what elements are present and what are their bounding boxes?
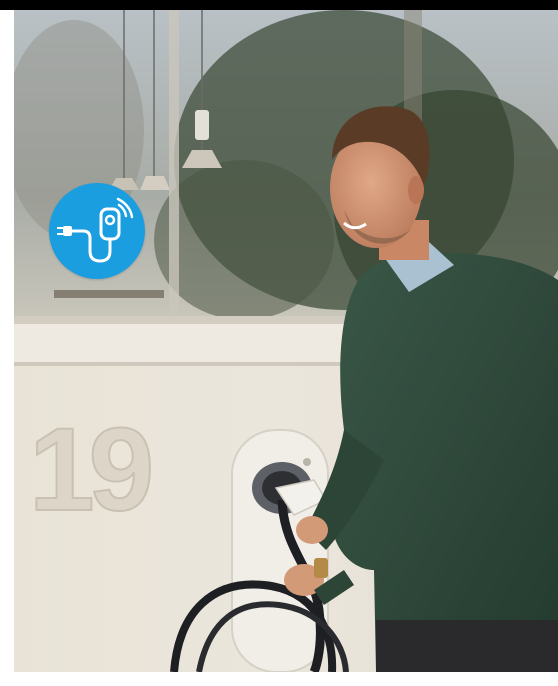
ev-charger-badge: [49, 183, 145, 279]
top-bar: [0, 0, 558, 10]
ev-charger-plug-icon: [57, 197, 134, 263]
house-number: 19: [29, 404, 151, 536]
hero-image-frame: 19: [0, 0, 558, 686]
ev-charging-photo: 19: [14, 10, 558, 672]
